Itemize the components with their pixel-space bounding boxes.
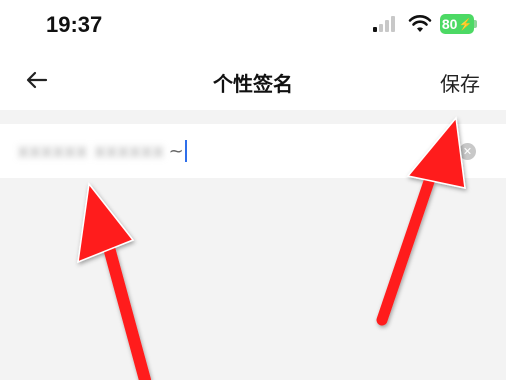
signature-input[interactable]: xxxxxx xxxxxx ~: [18, 136, 458, 166]
page-title: 个性签名: [213, 72, 293, 96]
clear-input-button[interactable]: ✕: [459, 143, 476, 160]
clear-x-icon: ✕: [462, 145, 473, 158]
status-time: 19:37: [46, 12, 103, 37]
wifi-icon: [408, 14, 432, 38]
charging-bolt-icon: ⚡: [458, 18, 473, 31]
battery-cap: [474, 20, 477, 28]
text-caret: [184, 140, 187, 162]
battery-icon: 80 ⚡: [440, 14, 474, 34]
battery-level: 80: [441, 16, 458, 32]
signature-input-row: xxxxxx xxxxxx ~ ✕: [0, 124, 506, 178]
signature-blurred-text: xxxxxx xxxxxx: [18, 140, 165, 162]
nav-bar: 个性签名 保存: [0, 52, 506, 110]
save-button[interactable]: 保存: [440, 68, 480, 97]
arrow-to-input: [77, 182, 151, 380]
signature-edit-screen: 19:37 80 ⚡ 个性签名 保存 xxxxxx xxxxxx ~ ✕: [0, 0, 506, 380]
signature-suffix: ~: [168, 140, 184, 162]
signal-icon: [373, 16, 397, 36]
status-bar: 19:37 80 ⚡: [0, 0, 506, 52]
